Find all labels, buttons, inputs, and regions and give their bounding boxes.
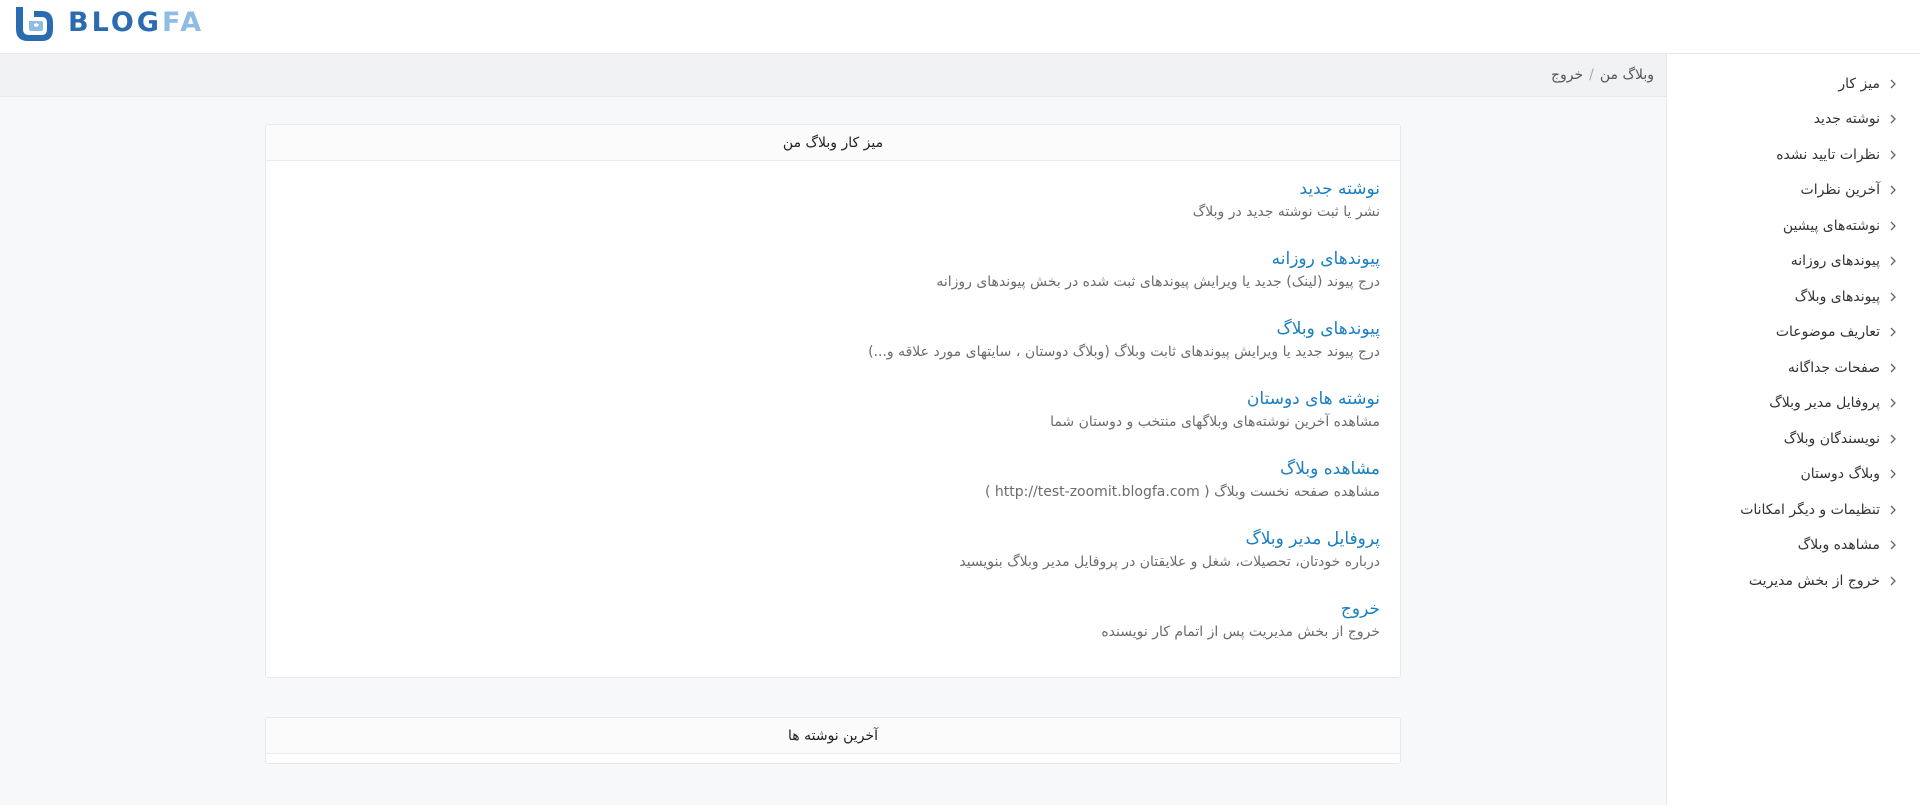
sidebar-item[interactable]: وبلاگ دوستان	[1667, 457, 1920, 493]
dashboard-item-link[interactable]: نوشته های دوستان	[1247, 387, 1380, 411]
sidebar-item[interactable]: خروج از بخش مدیریت	[1667, 563, 1920, 599]
dashboard-item-link[interactable]: پروفایل مدیر وبلاگ	[1246, 527, 1380, 551]
chevron-left-icon	[1890, 576, 1896, 586]
sidebar-item[interactable]: نظرات تایید نشده	[1667, 137, 1920, 173]
sidebar-nav: میز کار نوشته جدید نظرات تایید نشده آخرین ن…	[1666, 54, 1920, 805]
breadcrumb-current: خروج	[1550, 67, 1584, 83]
sidebar-item-label: نظرات تایید نشده	[1776, 146, 1880, 163]
sidebar-item-label: آخرین نظرات	[1800, 182, 1880, 199]
dashboard-item-description: مشاهده آخرین نوشته‌های وبلاگهای منتخب و …	[1050, 414, 1380, 430]
latest-posts-card-title: آخرین نوشته ها	[266, 718, 1400, 754]
chevron-left-icon	[1890, 363, 1896, 373]
dashboard-item-description: مشاهده صفحه نخست وبلاگ ( http://test-zoo…	[984, 484, 1380, 500]
dashboard-item-link[interactable]: نوشته جدید	[1300, 177, 1381, 201]
dashboard-item: خروج خروج از بخش مدیریت پس از اتمام کار ن…	[286, 597, 1380, 667]
chevron-left-icon	[1890, 398, 1896, 408]
breadcrumb: وبلاگ من / خروج	[0, 54, 1666, 97]
sidebar-item-label: صفحات جداگانه	[1787, 359, 1880, 376]
sidebar-item-label: پروفایل مدیر وبلاگ	[1769, 395, 1880, 412]
dashboard-item-link[interactable]: پیوندهای روزانه	[1272, 247, 1380, 271]
sidebar-item-label: نوشته‌های پیشین	[1782, 217, 1880, 234]
logo-text: BLOGFA	[68, 5, 204, 41]
dashboard-item-link[interactable]: مشاهده وبلاگ	[1280, 457, 1380, 481]
sidebar-item[interactable]: مشاهده وبلاگ	[1667, 528, 1920, 564]
top-header: BLOGFA	[0, 0, 1920, 54]
chevron-left-icon	[1890, 256, 1896, 266]
dashboard-item: مشاهده وبلاگ مشاهده صفحه نخست وبلاگ ( htt…	[286, 457, 1380, 527]
sidebar-item[interactable]: نویسندگان وبلاگ	[1667, 421, 1920, 457]
blogfa-logo[interactable]: BLOGFA	[12, 5, 204, 41]
dashboard-card-title: میز کار وبلاگ من	[266, 125, 1400, 161]
dashboard-card: میز کار وبلاگ من نوشته جدید نشر یا ثبت نو…	[265, 124, 1401, 678]
dashboard-item: پیوندهای روزانه درج پیوند (لینک) جدید یا …	[286, 247, 1380, 317]
blogfa-logo-icon	[16, 7, 53, 41]
sidebar-item[interactable]: میز کار	[1667, 66, 1920, 102]
latest-posts-card: آخرین نوشته ها	[265, 717, 1401, 764]
sidebar-item[interactable]: نوشته جدید	[1667, 102, 1920, 138]
sidebar-item[interactable]: تنظیمات و دیگر امکانات	[1667, 492, 1920, 528]
chevron-left-icon	[1890, 114, 1896, 124]
breadcrumb-root[interactable]: وبلاگ من	[1600, 67, 1654, 83]
chevron-left-icon	[1890, 327, 1896, 337]
sidebar-item[interactable]: تعاریف موضوعات	[1667, 315, 1920, 351]
dashboard-item-description: خروج از بخش مدیریت پس از اتمام کار نویسن…	[1101, 624, 1380, 640]
sidebar-item-label: پیوندهای وبلاگ	[1794, 288, 1880, 305]
sidebar-item-label: مشاهده وبلاگ	[1797, 537, 1880, 554]
sidebar-item-label: نویسندگان وبلاگ	[1783, 430, 1880, 447]
logo-text-fa: FA	[161, 7, 205, 38]
sidebar-item-label: نوشته جدید	[1813, 111, 1880, 128]
chevron-left-icon	[1890, 434, 1896, 444]
chevron-left-icon	[1890, 150, 1896, 160]
dashboard-item-description: درج پیوند (لینک) جدید یا ویرایش پیوندهای…	[936, 274, 1380, 290]
dashboard-card-body: نوشته جدید نشر یا ثبت نوشته جدید در وبلاگ…	[266, 161, 1400, 677]
chevron-left-icon	[1890, 505, 1896, 515]
sidebar-item-label: میز کار	[1838, 75, 1880, 92]
sidebar-item[interactable]: صفحات جداگانه	[1667, 350, 1920, 386]
dashboard-item-link[interactable]: پیوندهای وبلاگ	[1277, 317, 1380, 341]
chevron-left-icon	[1890, 185, 1896, 195]
chevron-left-icon	[1890, 540, 1896, 550]
sidebar-item[interactable]: آخرین نظرات	[1667, 173, 1920, 209]
dashboard-item: پیوندهای وبلاگ درج پیوند جدید یا ویرایش پ…	[286, 317, 1380, 387]
chevron-left-icon	[1890, 469, 1896, 479]
chevron-left-icon	[1890, 221, 1896, 231]
dashboard-item-description: درباره خودتان، تحصیلات، شغل و علایقتان د…	[959, 554, 1380, 570]
dashboard-item-description: درج پیوند جدید یا ویرایش پیوندهای ثابت و…	[868, 344, 1380, 360]
sidebar-item-label: تنظیمات و دیگر امکانات	[1740, 501, 1880, 518]
sidebar-item-label: خروج از بخش مدیریت	[1748, 572, 1880, 589]
dashboard-item: نوشته جدید نشر یا ثبت نوشته جدید در وبلاگ	[286, 177, 1380, 247]
sidebar-item-label: تعاریف موضوعات	[1775, 324, 1880, 341]
logo-text-blog: BLOG	[68, 7, 162, 38]
chevron-left-icon	[1890, 292, 1896, 302]
dashboard-item: نوشته های دوستان مشاهده آخرین نوشته‌های و…	[286, 387, 1380, 457]
dashboard-item: پروفایل مدیر وبلاگ درباره خودتان، تحصیلات…	[286, 527, 1380, 597]
sidebar-item[interactable]: پروفایل مدیر وبلاگ	[1667, 386, 1920, 422]
dashboard-item-description: نشر یا ثبت نوشته جدید در وبلاگ	[1192, 204, 1380, 220]
dashboard-item-link[interactable]: خروج	[1341, 597, 1380, 621]
sidebar-item-label: وبلاگ دوستان	[1800, 466, 1881, 483]
breadcrumb-separator: /	[1589, 67, 1594, 83]
sidebar-item[interactable]: پیوندهای وبلاگ	[1667, 279, 1920, 315]
sidebar-item[interactable]: پیوندهای روزانه	[1667, 244, 1920, 280]
sidebar-item[interactable]: نوشته‌های پیشین	[1667, 208, 1920, 244]
sidebar-item-label: پیوندهای روزانه	[1790, 253, 1880, 270]
chevron-left-icon	[1890, 79, 1896, 89]
